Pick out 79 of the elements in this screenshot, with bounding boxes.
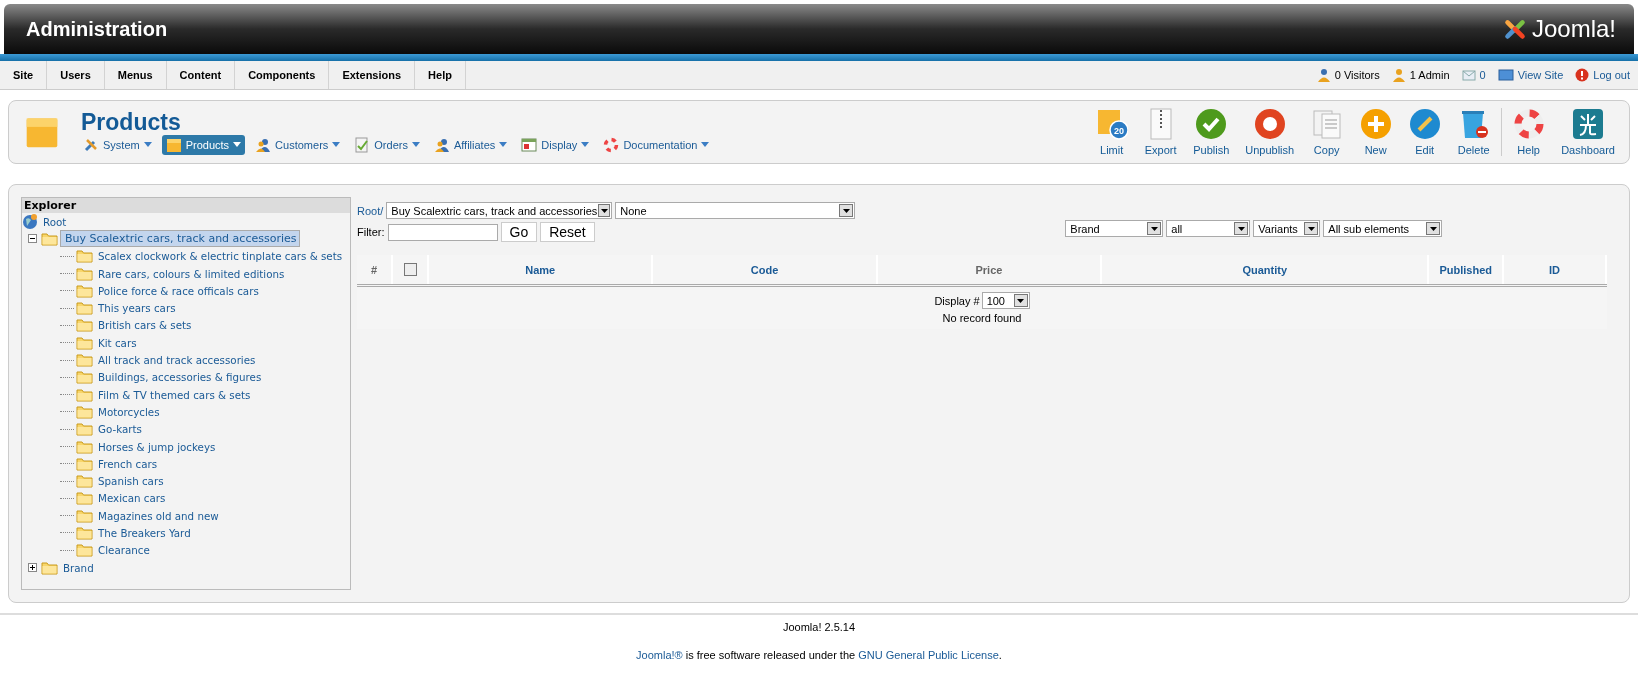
toolbar-button[interactable]: Copy	[1302, 108, 1352, 156]
submenu-tab[interactable]: Affiliates	[429, 134, 512, 155]
submenu-tab[interactable]: System	[79, 134, 156, 155]
tree-item[interactable]: The Breakers Yard	[95, 527, 194, 539]
submenu-tab[interactable]: Products	[161, 134, 246, 155]
version-text: Joomla! 2.5.14	[781, 621, 857, 633]
status-link[interactable]: 0 Visitors	[1316, 68, 1380, 82]
menu-item[interactable]: Components	[235, 61, 330, 89]
toolbar-button[interactable]: Unpublish	[1237, 108, 1303, 156]
toolbar-button[interactable]: Help	[1504, 108, 1554, 156]
tree-item[interactable]: Police force & race officals cars	[95, 284, 262, 297]
sort-link[interactable]: Quantity	[1242, 263, 1288, 276]
sort-link[interactable]: Code	[750, 263, 779, 276]
sort-link[interactable]: Name	[525, 263, 556, 276]
tree-item[interactable]: Magazines old and new	[95, 509, 222, 522]
tree-item[interactable]: This years cars	[95, 302, 179, 315]
column-label: Price	[975, 263, 1003, 276]
tree-item[interactable]: Clearance	[95, 544, 153, 557]
sort-link[interactable]: ID	[1549, 263, 1561, 276]
submenu-tab[interactable]: Display	[517, 134, 594, 155]
category-select[interactable]: Buy Scalextric cars, track and accessories	[386, 202, 613, 219]
menu-item[interactable]: Content	[166, 61, 236, 89]
filter-select[interactable]: Variants	[1253, 220, 1321, 237]
subcategory-select[interactable]: None	[615, 202, 856, 219]
toolbar-button[interactable]: New	[1351, 108, 1401, 156]
tree-item[interactable]: Spanish cars	[95, 475, 167, 488]
tree-item[interactable]: Rare cars, colours & limited editions	[95, 267, 288, 280]
toolbar-button[interactable]: Publish	[1185, 108, 1238, 156]
tree-item[interactable]: Scalex clockwork & electric tinplate cars & sets	[95, 250, 346, 263]
joomla-link[interactable]: Joomla!®	[636, 649, 683, 661]
tree-item[interactable]: Go-karts	[95, 423, 145, 436]
admin-title: Administration	[26, 17, 168, 41]
license-link[interactable]: GNU General Public License	[858, 649, 999, 661]
submenu-tab[interactable]: Customers	[251, 134, 345, 155]
submenu-tab[interactable]: Orders	[350, 134, 424, 155]
limit-count-label: 20	[1113, 125, 1124, 136]
tree-item[interactable]: All track and track accessories	[95, 354, 259, 366]
explorer-heading: Explorer	[22, 198, 350, 213]
tree-item[interactable]: Buildings, accessories & figures	[95, 371, 265, 384]
filter-select[interactable]: all	[1166, 220, 1251, 237]
breadcrumb-link[interactable]: Root/	[357, 204, 384, 217]
toolbar-button[interactable]: 20 Limit	[1087, 108, 1137, 156]
toolbar-button[interactable]: Dashboard	[1553, 108, 1623, 156]
menu-item[interactable]: Help	[415, 61, 466, 89]
sort-link[interactable]: Published	[1439, 263, 1493, 276]
status-link[interactable]: Log out	[1575, 68, 1630, 82]
reset-button[interactable]: Reset	[540, 222, 595, 242]
status-link[interactable]: 1 Admin	[1391, 68, 1450, 82]
menu-item[interactable]: Menus	[104, 61, 167, 89]
tree-item[interactable]: British cars & sets	[95, 319, 195, 332]
menu-item[interactable]: Extensions	[329, 61, 416, 89]
tree-item[interactable]: Brand	[60, 561, 97, 574]
tree-item[interactable]: Horses & jump jockeys	[95, 440, 219, 453]
tree-item[interactable]: French cars	[95, 457, 161, 470]
display-label: Display #	[934, 294, 980, 307]
display-select[interactable]: 100	[981, 292, 1030, 309]
go-button[interactable]: Go	[500, 222, 538, 242]
tree-item[interactable]: Motorcycles	[95, 405, 163, 418]
filter-select[interactable]: Brand	[1065, 220, 1164, 237]
license-notice: Joomla!® is free software released under the GNU General Public License.	[635, 649, 1003, 661]
menu-item[interactable]: Users	[47, 61, 105, 89]
column-label: #	[370, 263, 378, 276]
tree-item[interactable]: Root	[40, 215, 70, 228]
toolbar-button[interactable]: Delete	[1449, 108, 1499, 156]
toolbar-button[interactable]: Export	[1136, 108, 1186, 156]
toolbar-button[interactable]: Edit	[1400, 108, 1450, 156]
status-link[interactable]: 0	[1461, 69, 1486, 81]
tree-item[interactable]: Film & TV themed cars & sets	[95, 388, 254, 401]
filter-label: Filter:	[357, 226, 385, 238]
status-link[interactable]: View Site	[1497, 69, 1564, 81]
logo-text: Joomla!	[1531, 15, 1616, 43]
empty-message: No record found	[942, 312, 1022, 324]
page-title: Products	[81, 109, 182, 134]
submenu-tab[interactable]: Documentation	[599, 134, 714, 155]
tree-item[interactable]: Buy Scalextric cars, track and accessories	[60, 230, 301, 248]
filter-select[interactable]: All sub elements	[1323, 220, 1443, 237]
tree-item[interactable]: Mexican cars	[95, 492, 169, 505]
menu-item[interactable]: Site	[0, 61, 48, 89]
tree-item[interactable]: Kit cars	[95, 336, 140, 349]
